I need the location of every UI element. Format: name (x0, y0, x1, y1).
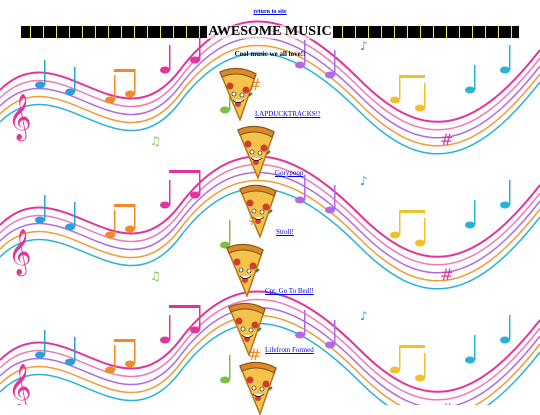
page-content: return to site AWESOME MUSIC Cool music … (0, 0, 540, 415)
track-link[interactable]: LAPDUCKTRACKS!! (255, 110, 320, 118)
pizza-slice-icon (228, 302, 266, 356)
pizza-slice-icon (237, 125, 275, 179)
return-to-site-link[interactable]: return to site (0, 9, 540, 15)
banner-strip-right (332, 26, 520, 38)
track-link[interactable]: Stroll! (276, 228, 294, 236)
page-subtitle: Cool music we all love!! (234, 50, 306, 58)
page-title: AWESOME MUSIC (207, 24, 333, 39)
track-link[interactable]: Gorypoop (275, 169, 303, 177)
pizza-slice-icon (239, 361, 277, 415)
pizza-slice-icon (226, 243, 264, 297)
track-link[interactable]: Cpt. Go To Bed!! (265, 287, 314, 295)
pizza-slice-icon (239, 184, 277, 238)
banner-strip-left (21, 26, 208, 38)
header-banner: AWESOME MUSIC (21, 24, 520, 39)
track-link[interactable]: Lifefrom Formed (265, 346, 314, 354)
pizza-slice-icon (219, 67, 257, 121)
